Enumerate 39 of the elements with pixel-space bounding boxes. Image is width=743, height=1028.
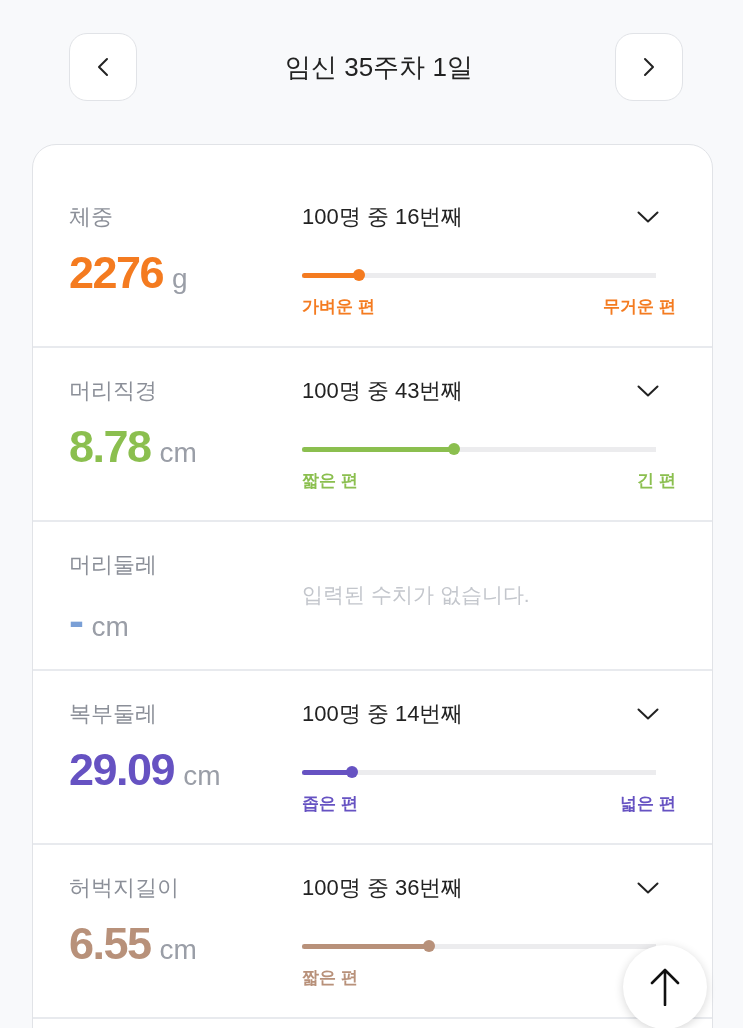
measurement-value: -	[69, 596, 83, 646]
measurement-value: 6.55	[69, 919, 151, 969]
chevron-down-icon	[637, 385, 659, 397]
min-label: 가벼운 편	[302, 296, 375, 318]
max-label: 긴 편	[637, 470, 676, 492]
measurement-value: 2276	[69, 248, 164, 298]
no-data-message: 입력된 수치가 없습니다.	[302, 582, 531, 608]
max-label: 넓은 편	[620, 793, 676, 815]
measurement-unit: cm	[91, 610, 129, 644]
expand-toggle[interactable]	[637, 882, 659, 894]
measurement-label: 허벅지길이	[69, 874, 179, 902]
week-title: 임신 35주차 1일	[285, 51, 473, 84]
min-label: 좁은 편	[302, 793, 358, 815]
chevron-down-icon	[637, 882, 659, 894]
measurement-unit: cm	[159, 933, 197, 967]
chevron-left-icon	[97, 57, 109, 77]
measurement-unit: cm	[159, 436, 197, 470]
rank-text: 100명 중 14번째	[302, 700, 464, 728]
chevron-down-icon	[637, 211, 659, 223]
min-label: 짧은 편	[302, 470, 358, 492]
measurement-label: 체중	[69, 203, 113, 231]
max-label: 무거운 편	[603, 296, 676, 318]
rank-text: 100명 중 16번째	[302, 203, 464, 231]
measurement-unit: g	[172, 262, 188, 296]
chevron-right-icon	[643, 57, 655, 77]
expand-toggle[interactable]	[637, 211, 659, 223]
arrow-up-icon	[650, 968, 680, 1006]
rank-text: 100명 중 43번째	[302, 377, 464, 405]
measurement-label: 머리둘레	[69, 551, 157, 579]
expand-toggle[interactable]	[637, 708, 659, 720]
chevron-down-icon	[637, 708, 659, 720]
measurement-label: 머리직경	[69, 377, 157, 405]
expand-toggle[interactable]	[637, 385, 659, 397]
measurement-value: 29.09	[69, 745, 175, 795]
min-label: 짧은 편	[302, 967, 358, 989]
measurement-value: 8.78	[69, 422, 151, 472]
measurement-label: 복부둘레	[69, 700, 157, 728]
measurement-unit: cm	[183, 759, 221, 793]
rank-text: 100명 중 36번째	[302, 874, 464, 902]
